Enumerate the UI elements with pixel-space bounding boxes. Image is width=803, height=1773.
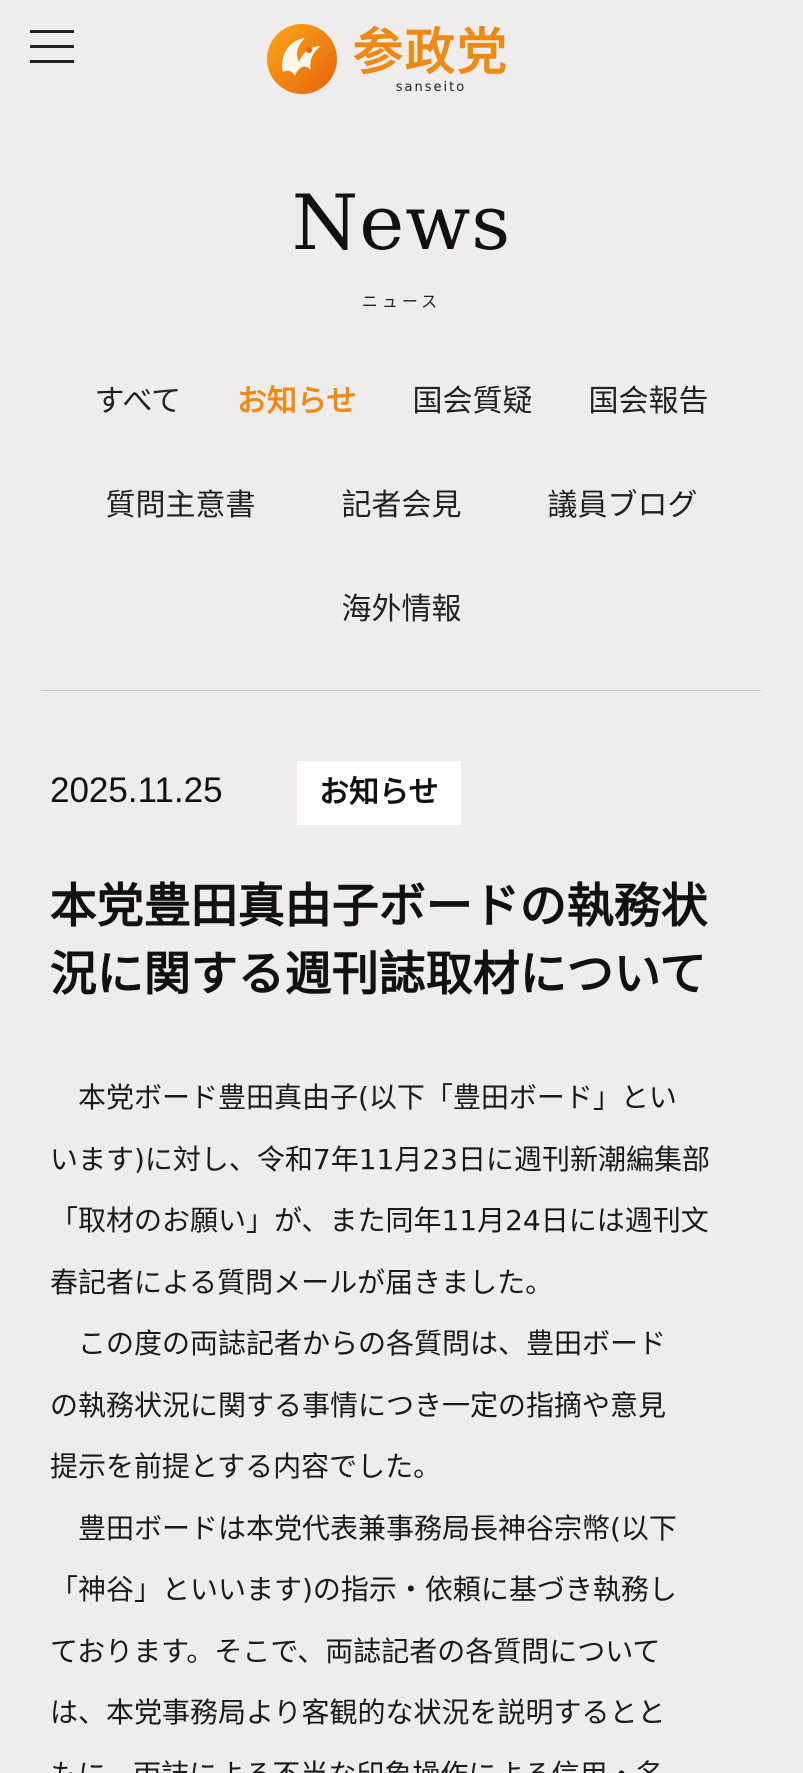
body-line: ております。そこで、両誌記者の各質問について [50, 1634, 661, 1668]
body-line: は、本党事務局より客観的な状況を説明するとと [50, 1696, 666, 1729]
category-badge[interactable]: お知らせ [297, 761, 461, 825]
body-line: もに、両誌による不当な印象操作による信用・名 [50, 1758, 663, 1773]
body-line: 提示を前提とする内容でした。 [50, 1450, 442, 1483]
body-line: 本党ボード豊田真由子(以下「豊田ボード」とい [78, 1081, 677, 1114]
site-logo[interactable]: 参政党 sanseito [265, 22, 535, 104]
logo-subtitle: sanseito [395, 80, 467, 95]
phoenix-logo-icon [267, 24, 337, 94]
article-title: 本党豊田真由子ボードの執務状 況に関する週刊誌取材について [50, 873, 760, 1009]
divider [41, 690, 761, 691]
article-paragraph: 豊田ボードは本党代表兼事務局長神谷宗幣(以下 「神谷」といいます)の指示・依頼に… [50, 1498, 760, 1773]
hamburger-menu-icon[interactable] [30, 30, 74, 66]
menu-line [30, 45, 74, 48]
menu-line [30, 30, 74, 33]
category-row: 質問主意書 記者会見 議員ブログ [0, 474, 803, 578]
body-line: この度の両誌記者からの各質問は、豊田ボード [78, 1327, 667, 1360]
article-title-line: 本党豊田真由子ボードの執務状 [50, 879, 708, 934]
category-member-blog[interactable]: 議員ブログ [548, 474, 698, 538]
category-row: すべて お知らせ 国会質疑 国会報告 [0, 370, 803, 474]
logo-title: 参政党 [353, 23, 509, 81]
body-line: 豊田ボードは本党代表兼事務局長神谷宗幣(以下 [78, 1511, 677, 1545]
category-written-questions[interactable]: 質問主意書 [106, 474, 256, 538]
body-line: 春記者による質問メールが届きました。 [50, 1265, 554, 1299]
page-title: News [291, 178, 512, 267]
menu-line [30, 60, 74, 63]
category-notice[interactable]: お知らせ [237, 370, 356, 434]
body-line: 「取材のお願い」が、また同年11月24日には週刊文 [50, 1204, 709, 1237]
article-paragraph: この度の両誌記者からの各質問は、豊田ボード の執務状況に関する事情につき一定の指… [50, 1313, 760, 1498]
category-all[interactable]: すべて [94, 370, 181, 434]
category-overseas-info[interactable]: 海外情報 [342, 578, 462, 642]
category-diet-reports[interactable]: 国会報告 [589, 370, 709, 434]
article-paragraph: 本党ボード豊田真由子(以下「豊田ボード」とい います)に対し、令和7年11月23… [50, 1067, 760, 1313]
body-line: 「神谷」といいます)の指示・依頼に基づき執務し [50, 1573, 677, 1606]
body-line: の執務状況に関する事情につき一定の指摘や意見 [50, 1388, 667, 1422]
article-date: 2025.11.25 [50, 771, 223, 810]
category-press-conference[interactable]: 記者会見 [342, 474, 462, 538]
category-diet-questions[interactable]: 国会質疑 [413, 370, 533, 434]
category-nav: すべて お知らせ 国会質疑 国会報告 質問主意書 記者会見 議員ブログ 海外情報 [0, 370, 803, 682]
article-title-line: 況に関する週刊誌取材について [50, 947, 707, 1002]
page-subtitle: ニュース [361, 292, 442, 311]
page: 参政党 sanseito News ニュース すべて お知らせ 国会質疑 国会報… [0, 0, 803, 1773]
body-line: います)に対し、令和7年11月23日に週刊新潮編集部 [50, 1142, 710, 1176]
logo-text: 参政党 sanseito [353, 22, 509, 95]
category-row: 海外情報 [0, 578, 803, 682]
article-body: 本党ボード豊田真由子(以下「豊田ボード」とい います)に対し、令和7年11月23… [50, 1067, 760, 1773]
